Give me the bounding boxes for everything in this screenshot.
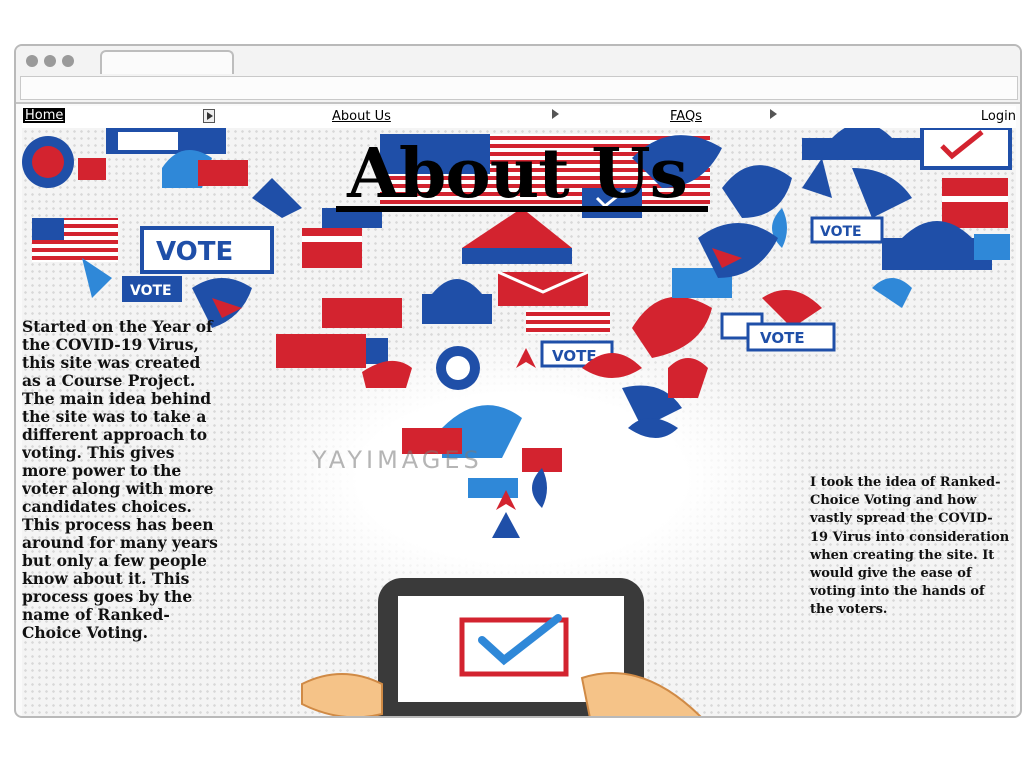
arrow-right-icon — [552, 109, 559, 119]
nav-faqs-link[interactable]: FAQs — [670, 109, 702, 124]
capitol-dome — [832, 128, 892, 138]
star-icon — [492, 512, 520, 538]
page-title: About Us — [347, 134, 688, 214]
ballot-box-icon — [322, 298, 402, 328]
ballot-stripe — [942, 196, 1008, 202]
eagle-icon — [762, 290, 822, 328]
site-nav: Home About Us FAQs Login — [22, 106, 1016, 128]
motivation-paragraph: I took the idea of Ranked-Choice Voting … — [810, 475, 1010, 618]
thumbs-icon — [252, 178, 302, 218]
donkey-icon — [852, 168, 912, 218]
capitol-icon — [802, 138, 922, 160]
flag-canton — [32, 218, 64, 240]
address-bar[interactable] — [20, 76, 1018, 100]
eagle-icon — [632, 296, 712, 358]
arrow-right-icon — [770, 109, 777, 119]
envelope-icon — [78, 158, 106, 180]
vote-sign-text: VOTE — [156, 237, 233, 267]
vote-box-text: VOTE — [130, 283, 172, 299]
ribbon-icon — [532, 468, 547, 508]
vote-sign-text: VOTE — [760, 329, 805, 347]
window-dot-icon[interactable] — [44, 55, 56, 67]
nav-home-link[interactable]: Home — [23, 108, 66, 123]
uncle-sam-hat-icon — [462, 208, 572, 248]
intro-paragraph: Started on the Year of the COVID-19 Viru… — [22, 317, 218, 642]
browser-chrome — [16, 46, 1020, 104]
envelope-icon — [468, 478, 518, 498]
nav-login-link[interactable]: Login — [981, 109, 1016, 124]
ballot-stripe — [302, 236, 362, 242]
donkey-icon — [82, 258, 112, 298]
ballot-box-icon — [302, 228, 362, 268]
flag-icon — [526, 310, 610, 334]
nav-about-link[interactable]: About Us — [332, 109, 391, 124]
badge-inner — [32, 146, 64, 178]
capitol-dome — [432, 279, 482, 294]
title-underline — [336, 206, 708, 212]
star-badge-inner — [446, 356, 470, 380]
vote-sign-text: VOTE — [820, 224, 862, 240]
thumbs-icon — [362, 360, 412, 388]
hand-icon — [580, 672, 702, 716]
window-controls — [26, 55, 74, 67]
capitol-icon — [422, 294, 492, 324]
checkbox-icon — [974, 234, 1010, 260]
thumbs-up-icon — [872, 278, 912, 308]
watermark: YAYIMAGES — [312, 446, 483, 474]
thumbs-icon — [628, 418, 678, 438]
hero-section: VOTE VOTE VOTE VOTE VOTE YAYIMAGES About… — [22, 128, 1016, 716]
hat-brim — [462, 248, 572, 264]
hand-finger-icon — [301, 673, 383, 716]
ribbon-icon — [668, 358, 708, 398]
ballot-box-icon — [942, 178, 1008, 228]
star-icon — [516, 348, 536, 368]
envelope-icon — [198, 160, 248, 186]
browser-window: Home About Us FAQs Login VOTE VOTE VOTE … — [14, 44, 1022, 718]
browser-tab[interactable] — [100, 50, 234, 74]
vote-banner-label — [118, 132, 178, 150]
donkey-icon — [802, 158, 832, 198]
ballot-box-icon — [276, 334, 366, 368]
window-dot-icon[interactable] — [26, 55, 38, 67]
arrow-right-icon — [203, 109, 215, 123]
window-dot-icon[interactable] — [62, 55, 74, 67]
